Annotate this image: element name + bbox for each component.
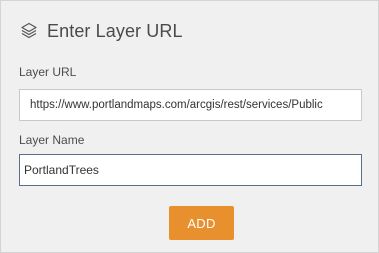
- add-button[interactable]: ADD: [169, 206, 234, 240]
- panel-header: Enter Layer URL: [19, 19, 183, 43]
- layer-name-input[interactable]: [19, 154, 362, 186]
- layer-name-label: Layer Name: [19, 133, 85, 147]
- layers-icon: [19, 21, 39, 41]
- panel-title: Enter Layer URL: [47, 20, 183, 41]
- layer-url-label: Layer URL: [19, 65, 77, 79]
- enter-layer-url-panel: Enter Layer URL Layer URL Layer Name ADD: [0, 0, 379, 253]
- layer-url-input[interactable]: [19, 89, 362, 121]
